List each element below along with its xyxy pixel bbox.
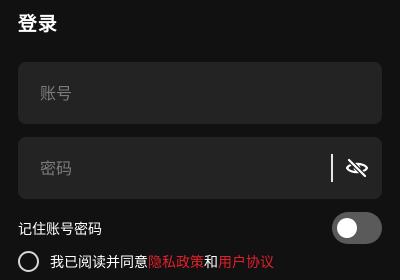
account-field[interactable]: [18, 62, 382, 124]
agreement-prefix: 我已阅读并同意: [50, 255, 148, 271]
password-input[interactable]: [40, 137, 320, 199]
agreement-text: 我已阅读并同意隐私政策和用户协议: [50, 252, 274, 272]
user-agreement-link[interactable]: 用户协议: [218, 255, 274, 271]
remember-label: 记住账号密码: [18, 222, 102, 238]
page-title: 登录: [18, 13, 59, 35]
agreement-connector: 和: [204, 255, 218, 271]
toggle-knob: [337, 218, 357, 238]
agreement-radio[interactable]: [18, 251, 39, 272]
password-field[interactable]: [18, 137, 382, 199]
eye-off-icon[interactable]: [345, 156, 369, 180]
remember-toggle[interactable]: [332, 212, 382, 244]
privacy-policy-link[interactable]: 隐私政策: [148, 255, 204, 271]
password-divider: [331, 154, 333, 182]
account-input[interactable]: [40, 62, 320, 124]
login-screen: 登录 记住账号密码 我已阅读并同意隐私政策和用户协议: [0, 0, 400, 280]
